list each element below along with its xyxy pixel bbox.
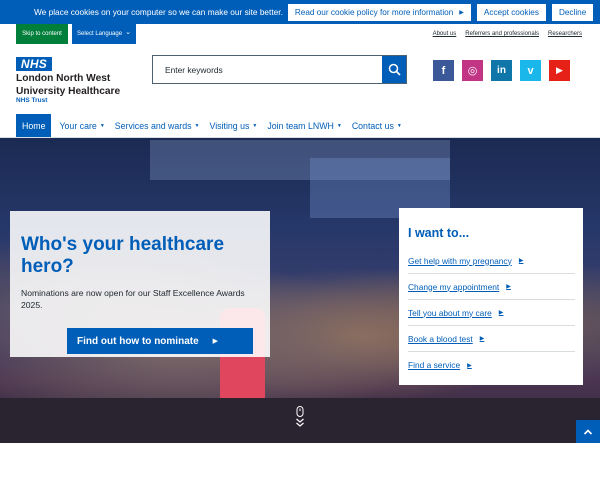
researchers-link[interactable]: Researchers [548, 31, 582, 37]
nav-contact-label: Contact us [351, 121, 394, 131]
site-search [152, 55, 407, 84]
caret-down-icon: ▼ [99, 123, 105, 129]
search-icon [388, 63, 401, 76]
main-nav: Home Your care ▼ Services and wards ▼ Visi… [16, 114, 408, 138]
accept-cookies-button[interactable]: Accept cookies [476, 3, 546, 21]
want-link-blood-test[interactable]: Book a blood test ▶ [408, 326, 575, 352]
caret-down-icon: ▼ [336, 123, 342, 129]
nav-home-label: Home [22, 121, 46, 131]
caret-down-icon: ▼ [252, 123, 258, 129]
cookie-banner: We place cookies on your computer so we … [0, 0, 600, 24]
cookie-policy-label: Read our cookie policy for more informat… [294, 7, 454, 17]
caret-right-icon: ▶ [479, 336, 485, 342]
caret-right-icon: ▶ [212, 338, 219, 345]
language-select-label: Select Language [77, 31, 123, 37]
org-subtitle: NHS Trust [16, 97, 48, 104]
caret-right-icon: ▶ [498, 310, 504, 316]
nominate-button-label: Find out how to nominate [77, 335, 199, 347]
nav-visiting-us[interactable]: Visiting us ▼ [205, 114, 261, 138]
want-link-label: Find a service [408, 360, 461, 370]
hero-title: Who's your healthcare hero? [21, 234, 225, 277]
search-input[interactable] [153, 56, 382, 83]
nav-visiting-label: Visiting us [209, 121, 250, 131]
language-select[interactable]: Select Language ⌄ [72, 24, 136, 44]
decline-cookies-button[interactable]: Decline [551, 3, 594, 21]
instagram-link[interactable]: ◎ [462, 60, 483, 81]
chevron-down-icon: ⌄ [125, 29, 131, 36]
want-link-pregnancy[interactable]: Get help with my pregnancy ▶ [408, 248, 575, 274]
want-link-care-feedback[interactable]: Tell you about my care ▶ [408, 300, 575, 326]
skip-to-content-button[interactable]: Skip to content [16, 24, 68, 44]
youtube-link[interactable]: ▶ [549, 60, 570, 81]
nav-contact-us[interactable]: Contact us ▼ [348, 114, 406, 138]
want-link-label: Change my appointment [408, 281, 500, 292]
linkedin-icon: in [497, 65, 506, 76]
cookie-policy-button[interactable]: Read our cookie policy for more informat… [287, 3, 471, 21]
back-to-top-button[interactable] [576, 420, 600, 443]
i-want-to-title: I want to... [408, 226, 470, 240]
youtube-icon: ▶ [556, 65, 563, 75]
caret-down-icon: ▼ [194, 123, 200, 129]
caret-right-icon: ▶ [467, 362, 472, 369]
caret-right-icon: ▶ [459, 9, 464, 16]
hero-description: Nominations are now open for our Staff E… [21, 288, 245, 310]
nav-join-team[interactable]: Join team LNWH ▼ [263, 114, 345, 138]
caret-right-icon: ▶ [518, 258, 524, 264]
search-button[interactable] [382, 56, 406, 83]
want-link-label: Get help with my pregnancy [408, 255, 512, 266]
nav-home[interactable]: Home [16, 114, 52, 138]
want-link-appointment[interactable]: Change my appointment ▶ [408, 274, 575, 300]
vimeo-icon: v [527, 64, 534, 77]
about-us-link[interactable]: About us [433, 31, 457, 37]
site-logo[interactable]: NHS London North West University Healthc… [16, 57, 120, 104]
facebook-link[interactable]: f [433, 60, 454, 81]
nominate-button[interactable]: Find out how to nominate ▶ [67, 328, 253, 354]
want-link-find-service[interactable]: Find a service ▶ [408, 352, 575, 378]
vimeo-link[interactable]: v [520, 60, 541, 81]
instagram-icon: ◎ [467, 65, 478, 77]
linkedin-link[interactable]: in [491, 60, 512, 81]
nav-your-care-label: Your care [59, 121, 97, 131]
nav-join-label: Join team LNWH [267, 121, 334, 131]
cookie-message: We place cookies on your computer so we … [34, 7, 283, 17]
utility-links: About us Referrers and professionals Res… [433, 31, 582, 37]
scroll-down-icon[interactable] [295, 406, 305, 428]
chevron-up-icon [583, 428, 593, 435]
caret-down-icon: ▼ [396, 123, 402, 129]
nhs-logo: NHS [16, 57, 52, 71]
caret-right-icon: ▶ [506, 284, 511, 290]
facebook-icon: f [441, 64, 446, 77]
want-link-label: Tell you about my care [408, 307, 492, 318]
want-link-label: Book a blood test [408, 333, 473, 344]
nav-services-label: Services and wards [114, 121, 192, 131]
referrers-link[interactable]: Referrers and professionals [465, 31, 539, 37]
org-name-line1: London North West [16, 73, 111, 84]
nav-your-care[interactable]: Your care ▼ [55, 114, 108, 138]
org-name-line2: University Healthcare [16, 86, 121, 97]
nav-services-and-wards[interactable]: Services and wards ▼ [111, 114, 204, 138]
